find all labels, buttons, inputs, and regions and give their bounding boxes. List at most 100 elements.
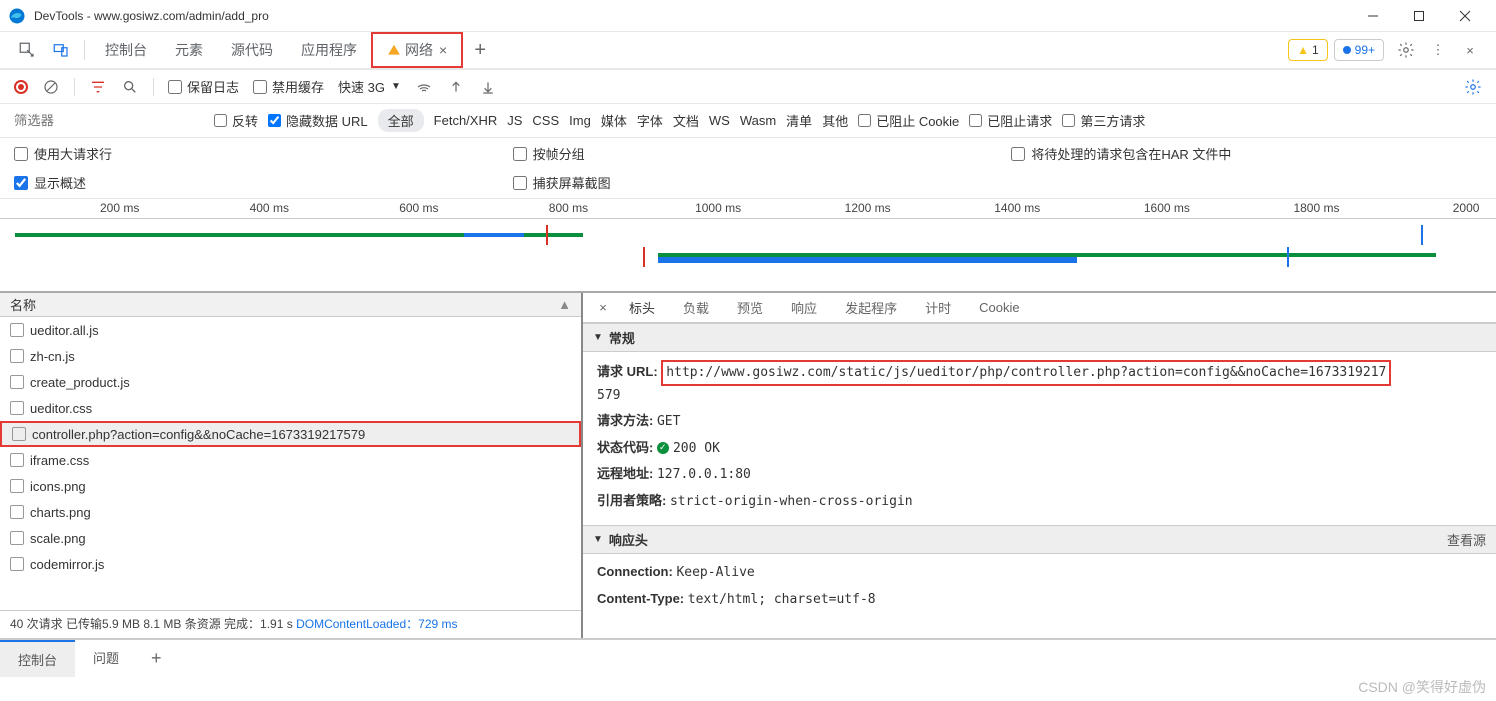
drawer-tab-console[interactable]: 控制台: [0, 640, 75, 677]
dcl-marker: [546, 225, 548, 245]
filter-icon[interactable]: [89, 78, 107, 96]
preserve-log-checkbox[interactable]: 保留日志: [168, 77, 239, 96]
view-source-link[interactable]: 查看源: [1447, 530, 1486, 549]
blocked-cookie-checkbox[interactable]: 已阻止 Cookie: [858, 111, 959, 130]
filter-css[interactable]: CSS: [532, 113, 559, 128]
hide-data-url-checkbox[interactable]: 隐藏数据 URL: [268, 111, 368, 130]
filter-ws[interactable]: WS: [709, 113, 730, 128]
warning-icon: ▲: [1297, 43, 1309, 57]
filter-wasm[interactable]: Wasm: [740, 113, 776, 128]
request-row[interactable]: icons.png: [0, 473, 581, 499]
tab-cookies[interactable]: Cookie: [965, 294, 1033, 321]
close-detail-icon[interactable]: ×: [591, 300, 615, 315]
filter-doc[interactable]: 文档: [673, 111, 699, 130]
request-row[interactable]: create_product.js: [0, 369, 581, 395]
capture-checkbox[interactable]: 捕获屏幕截图: [513, 173, 984, 192]
upload-icon[interactable]: [447, 78, 465, 96]
request-row[interactable]: iframe.css: [0, 447, 581, 473]
filter-img[interactable]: Img: [569, 113, 591, 128]
filter-media[interactable]: 媒体: [601, 111, 627, 130]
section-response-headers[interactable]: ▼响应头查看源: [583, 525, 1496, 554]
filter-js[interactable]: JS: [507, 113, 522, 128]
close-button[interactable]: [1442, 0, 1488, 32]
tick: 400 ms: [250, 201, 289, 215]
network-settings-icon[interactable]: [1464, 78, 1482, 96]
devtools-tabs: 控制台 元素 源代码 应用程序 网络 × + ▲1 99+ ⋮ ×: [0, 32, 1496, 70]
section-general[interactable]: ▼常规: [583, 323, 1496, 352]
warnings-badge[interactable]: ▲1: [1288, 39, 1328, 61]
filter-font[interactable]: 字体: [637, 111, 663, 130]
network-overview[interactable]: 200 ms 400 ms 600 ms 800 ms 1000 ms 1200…: [0, 199, 1496, 293]
tab-headers[interactable]: 标头: [615, 293, 669, 325]
group-frame-checkbox[interactable]: 按帧分组: [513, 144, 984, 163]
request-row[interactable]: scale.png: [0, 525, 581, 551]
info-dot-icon: [1343, 46, 1351, 54]
minimize-button[interactable]: [1350, 0, 1396, 32]
tab-initiator[interactable]: 发起程序: [831, 293, 911, 323]
device-toggle-icon[interactable]: [44, 33, 78, 67]
throttle-select[interactable]: 快速 3G▼: [338, 77, 401, 96]
close-devtools-icon[interactable]: ×: [1454, 34, 1486, 66]
status-ok-icon: [657, 442, 669, 454]
tab-timing[interactable]: 计时: [911, 293, 965, 323]
request-detail: × 标头 负载 预览 响应 发起程序 计时 Cookie ▼常规 请求 URL:…: [583, 293, 1496, 638]
tab-preview[interactable]: 预览: [723, 293, 777, 323]
inspect-icon[interactable]: [10, 33, 44, 67]
filter-other[interactable]: 其他: [822, 111, 848, 130]
disable-cache-checkbox[interactable]: 禁用缓存: [253, 77, 324, 96]
add-tab-icon[interactable]: +: [463, 33, 497, 67]
large-rows-checkbox[interactable]: 使用大请求行: [14, 144, 485, 163]
add-drawer-tab-icon[interactable]: +: [137, 640, 176, 677]
include-har-checkbox[interactable]: 将待处理的请求包含在HAR 文件中: [1011, 144, 1482, 163]
request-row-selected[interactable]: controller.php?action=config&&noCache=16…: [0, 421, 581, 447]
referrer-policy-row: 引用者策略: strict-origin-when-cross-origin: [597, 491, 1482, 512]
thirdparty-checkbox[interactable]: 第三方请求: [1062, 111, 1145, 130]
tab-sources[interactable]: 源代码: [217, 32, 287, 68]
file-icon: [12, 427, 26, 441]
request-row[interactable]: ueditor.css: [0, 395, 581, 421]
search-icon[interactable]: [121, 78, 139, 96]
settings-icon[interactable]: [1390, 34, 1422, 66]
chevron-up-icon[interactable]: ▲: [558, 297, 571, 312]
tab-application[interactable]: 应用程序: [287, 32, 371, 68]
clear-icon[interactable]: [42, 78, 60, 96]
tab-elements[interactable]: 元素: [161, 32, 217, 68]
close-icon[interactable]: ×: [439, 42, 447, 58]
filter-input[interactable]: [14, 109, 204, 133]
request-row[interactable]: codemirror.js: [0, 551, 581, 577]
chevron-down-icon: ▼: [391, 81, 401, 92]
request-row[interactable]: charts.png: [0, 499, 581, 525]
network-toolbar: 保留日志 禁用缓存 快速 3G▼: [0, 70, 1496, 104]
tab-network[interactable]: 网络 ×: [371, 32, 463, 68]
tick: 1600 ms: [1144, 201, 1190, 215]
request-row[interactable]: ueditor.all.js: [0, 317, 581, 343]
tab-console[interactable]: 控制台: [91, 32, 161, 68]
network-conditions-icon[interactable]: [415, 78, 433, 96]
drawer-tab-issues[interactable]: 问题: [75, 640, 137, 675]
record-button[interactable]: [14, 80, 28, 94]
maximize-button[interactable]: [1396, 0, 1442, 32]
show-overview-checkbox[interactable]: 显示概述: [14, 173, 485, 192]
status-bar: 40 次请求 已传输5.9 MB 8.1 MB 条资源 完成：1.91 s DO…: [0, 610, 581, 638]
tab-payload[interactable]: 负载: [669, 293, 723, 323]
blocked-req-checkbox[interactable]: 已阻止请求: [969, 111, 1052, 130]
chevron-down-icon: ▼: [593, 332, 603, 343]
invert-checkbox[interactable]: 反转: [214, 111, 258, 130]
file-icon: [10, 375, 24, 389]
filter-all[interactable]: 全部: [378, 109, 424, 132]
request-row[interactable]: zh-cn.js: [0, 343, 581, 369]
options-row: 使用大请求行 显示概述 按帧分组 捕获屏幕截图 将待处理的请求包含在HAR 文件…: [0, 138, 1496, 199]
issues-badge[interactable]: 99+: [1334, 39, 1384, 61]
status-code-row: 状态代码: 200 OK: [597, 438, 1482, 459]
request-method-row: 请求方法: GET: [597, 411, 1482, 432]
edge-icon: [8, 7, 26, 25]
tab-response[interactable]: 响应: [777, 293, 831, 323]
drawer-tabs: 控制台 问题 +: [0, 639, 1496, 681]
dock-icon[interactable]: ⋮: [1422, 34, 1454, 66]
filter-fetchxhr[interactable]: Fetch/XHR: [434, 113, 498, 128]
download-icon[interactable]: [479, 78, 497, 96]
timeline-bar: [464, 233, 524, 237]
header-content-type: Content-Type: text/html; charset=utf-8: [597, 589, 1482, 610]
filter-manifest[interactable]: 清单: [786, 111, 812, 130]
file-icon: [10, 349, 24, 363]
